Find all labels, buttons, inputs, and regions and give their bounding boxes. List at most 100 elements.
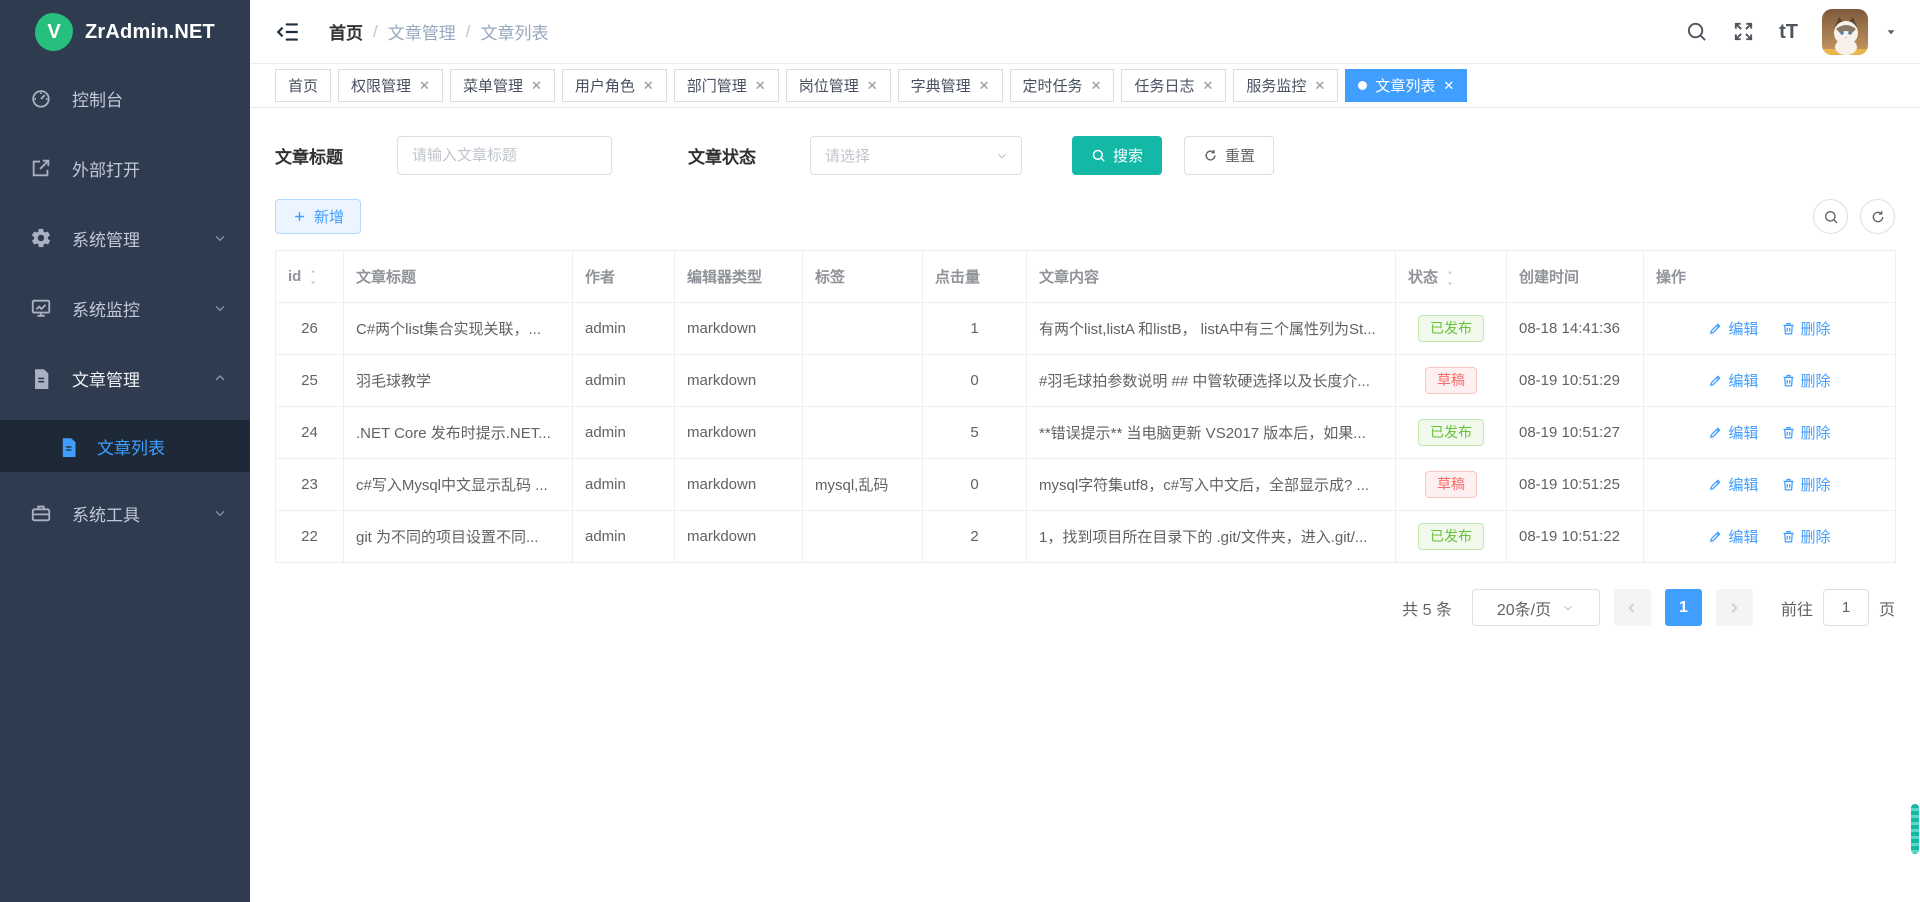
- refresh-table-button[interactable]: [1860, 199, 1895, 234]
- reset-button[interactable]: 重置: [1184, 136, 1274, 175]
- close-icon[interactable]: ✕: [755, 79, 766, 92]
- cell-status: 草稿: [1396, 459, 1507, 511]
- cell-content: 1，找到项目所在目录下的 .git/文件夹，进入.git/...: [1027, 511, 1396, 563]
- next-page-button[interactable]: [1716, 589, 1753, 626]
- tab-首页[interactable]: 首页: [275, 69, 331, 102]
- close-icon[interactable]: ✕: [643, 79, 654, 92]
- close-icon[interactable]: ✕: [419, 79, 430, 92]
- sidebar-fold-icon[interactable]: [275, 19, 301, 45]
- table-row: 24.NET Core 发布时提示.NET...adminmarkdown5**…: [276, 407, 1896, 459]
- close-icon[interactable]: ✕: [1202, 79, 1213, 92]
- tab-服务监控[interactable]: 服务监控✕: [1233, 69, 1338, 102]
- cell-created-time: 08-19 10:51:22: [1507, 511, 1644, 563]
- close-icon[interactable]: ✕: [1091, 79, 1102, 92]
- article-title-input[interactable]: [397, 136, 612, 175]
- prev-page-button[interactable]: [1614, 589, 1651, 626]
- app-logo[interactable]: V ZrAdmin.NET: [0, 0, 250, 64]
- cell-clicks: 2: [923, 511, 1027, 563]
- toolbox-icon: [30, 502, 52, 524]
- column-header-状态[interactable]: 状态: [1396, 251, 1507, 303]
- font-size-icon[interactable]: tT: [1779, 22, 1798, 42]
- cell-author: admin: [573, 459, 675, 511]
- delete-button[interactable]: 删除: [1781, 318, 1831, 339]
- cell-content: 有两个list,listA 和listB， listA中有三个属性列为St...: [1027, 303, 1396, 355]
- external-link-icon: [30, 157, 52, 179]
- sort-caret-icon[interactable]: [307, 269, 319, 285]
- tab-岗位管理[interactable]: 岗位管理✕: [786, 69, 891, 102]
- edit-button[interactable]: 编辑: [1708, 318, 1758, 339]
- status-badge: 已发布: [1418, 315, 1484, 342]
- close-icon[interactable]: ✕: [867, 79, 878, 92]
- tab-label: 菜单管理: [463, 75, 523, 96]
- edit-button[interactable]: 编辑: [1708, 370, 1758, 391]
- sidebar-item-系统管理[interactable]: 系统管理: [0, 210, 250, 266]
- tab-用户角色[interactable]: 用户角色✕: [562, 69, 667, 102]
- sidebar-item-文章管理[interactable]: 文章管理: [0, 350, 250, 406]
- sidebar-item-系统工具[interactable]: 系统工具: [0, 485, 250, 541]
- delete-button[interactable]: 删除: [1781, 526, 1831, 547]
- sidebar-item-外部打开[interactable]: 外部打开: [0, 140, 250, 196]
- sidebar-item-系统监控[interactable]: 系统监控: [0, 280, 250, 336]
- tab-任务日志[interactable]: 任务日志✕: [1121, 69, 1226, 102]
- goto-label: 前往: [1781, 596, 1813, 620]
- scrollbar-thumb[interactable]: [1911, 804, 1919, 854]
- tab-文章列表[interactable]: 文章列表✕: [1345, 69, 1467, 102]
- sort-caret-icon[interactable]: [1444, 270, 1456, 286]
- article-title-label: 文章标题: [275, 143, 343, 168]
- cell-actions: 编辑 删除: [1644, 407, 1896, 459]
- breadcrumb-home[interactable]: 首页: [329, 19, 363, 44]
- article-status-label: 文章状态: [688, 143, 756, 168]
- close-icon[interactable]: ✕: [1443, 79, 1454, 92]
- delete-button-label: 删除: [1801, 526, 1831, 547]
- tab-定时任务[interactable]: 定时任务✕: [1010, 69, 1115, 102]
- edit-button[interactable]: 编辑: [1708, 526, 1758, 547]
- sidebar-item-控制台[interactable]: 控制台: [0, 70, 250, 126]
- close-icon[interactable]: ✕: [531, 79, 542, 92]
- edit-icon: [1708, 529, 1723, 544]
- edit-button[interactable]: 编辑: [1708, 422, 1758, 443]
- refresh-icon: [1870, 209, 1886, 225]
- refresh-icon: [1203, 148, 1218, 163]
- chevron-right-icon: [1727, 601, 1741, 615]
- topbar-actions: tT: [1685, 9, 1898, 55]
- cell-actions: 编辑 删除: [1644, 303, 1896, 355]
- edit-button[interactable]: 编辑: [1708, 474, 1758, 495]
- tab-权限管理[interactable]: 权限管理✕: [338, 69, 443, 102]
- cell-clicks: 0: [923, 355, 1027, 407]
- search-icon[interactable]: [1685, 20, 1708, 43]
- delete-button[interactable]: 删除: [1781, 370, 1831, 391]
- sidebar-item-文章列表[interactable]: 文章列表: [0, 420, 250, 472]
- column-header-创建时间: 创建时间: [1507, 251, 1644, 303]
- sidebar-item-label: 文章列表: [97, 434, 165, 459]
- close-icon[interactable]: ✕: [979, 79, 990, 92]
- page-size-select[interactable]: 20条/页: [1472, 589, 1600, 626]
- delete-button-label: 删除: [1801, 318, 1831, 339]
- cell-tags: [803, 511, 923, 563]
- cell-created-time: 08-19 10:51:27: [1507, 407, 1644, 459]
- search-button[interactable]: 搜索: [1072, 136, 1162, 175]
- close-icon[interactable]: ✕: [1314, 79, 1325, 92]
- tab-菜单管理[interactable]: 菜单管理 ✕: [450, 69, 555, 102]
- avatar[interactable]: [1822, 9, 1868, 55]
- article-status-select[interactable]: 请选择: [810, 136, 1022, 175]
- goto-page-input[interactable]: [1823, 589, 1869, 626]
- delete-button[interactable]: 删除: [1781, 474, 1831, 495]
- delete-button[interactable]: 删除: [1781, 422, 1831, 443]
- tab-字典管理[interactable]: 字典管理✕: [898, 69, 1003, 102]
- status-badge: 草稿: [1425, 471, 1477, 498]
- show-search-toggle-button[interactable]: [1813, 199, 1848, 234]
- search-icon: [1823, 209, 1839, 225]
- add-button[interactable]: 新增: [275, 199, 361, 234]
- tab-部门管理[interactable]: 部门管理✕: [674, 69, 779, 102]
- table-header-row: id文章标题作者编辑器类型标签点击量文章内容状态创建时间操作: [276, 251, 1896, 303]
- breadcrumb-article-management[interactable]: 文章管理: [388, 19, 456, 44]
- page-number-1[interactable]: 1: [1665, 589, 1702, 626]
- avatar-dropdown-caret[interactable]: [1884, 25, 1898, 39]
- chevron-down-icon: [995, 149, 1009, 163]
- chevron-up-icon: [212, 370, 228, 386]
- fullscreen-icon[interactable]: [1732, 20, 1755, 43]
- trash-icon: [1781, 373, 1796, 388]
- cell-actions: 编辑 删除: [1644, 459, 1896, 511]
- column-header-id[interactable]: id: [276, 251, 344, 303]
- status-badge: 草稿: [1425, 367, 1477, 394]
